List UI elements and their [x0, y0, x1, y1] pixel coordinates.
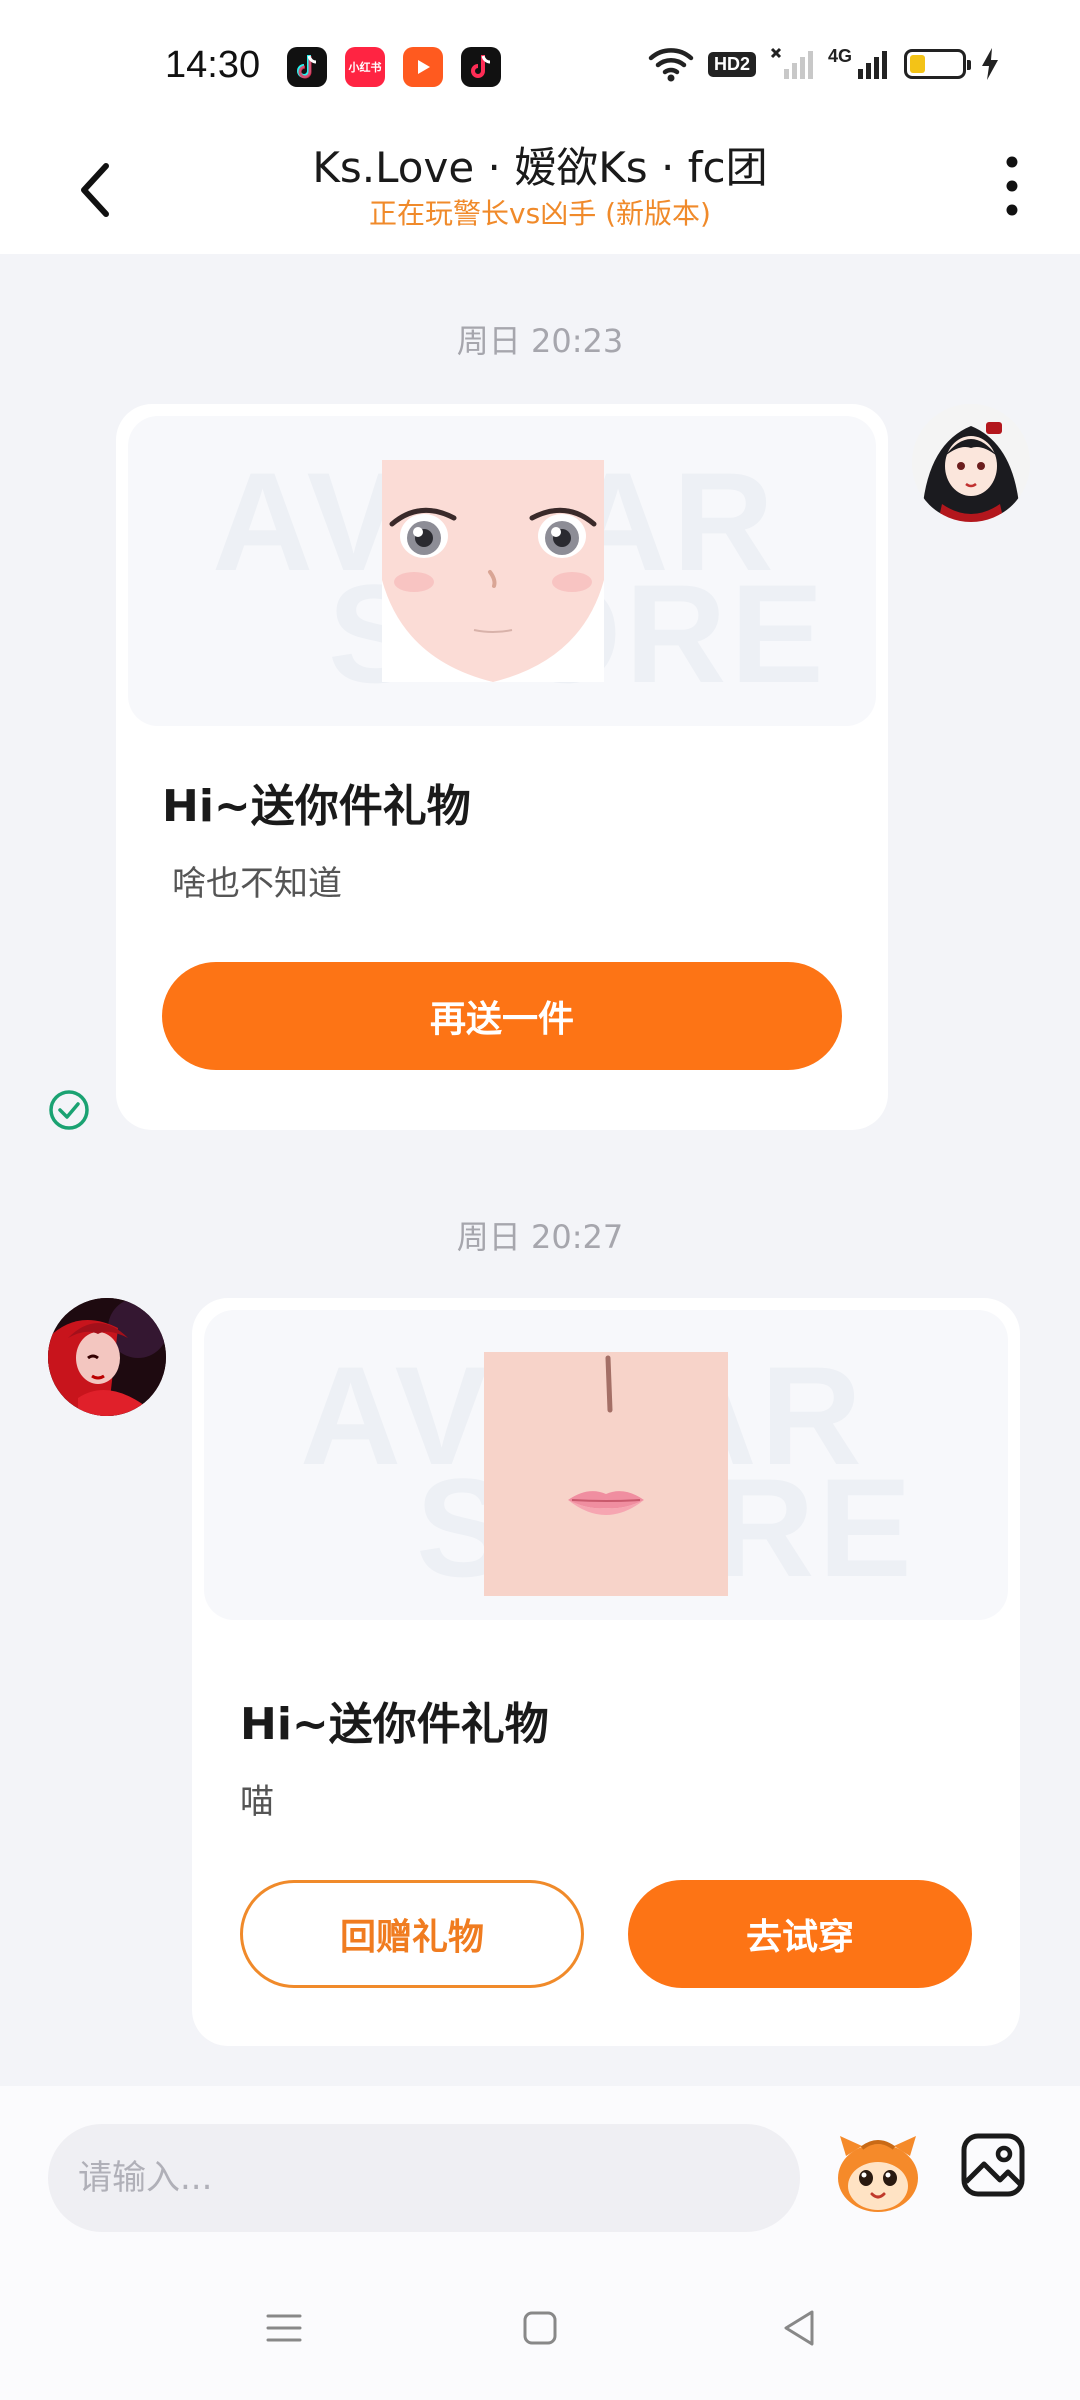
message-timestamp: 周日 20:27	[456, 1218, 624, 1256]
message-timestamp: 周日 20:23	[456, 322, 624, 360]
back-nav-icon[interactable]	[778, 2306, 822, 2350]
charging-bolt-icon	[982, 48, 998, 80]
chat-subtitle[interactable]: 正在玩警长vs凶手 (新版本)	[0, 192, 1080, 232]
xiaohongshu-app-icon: 小红书	[345, 47, 385, 87]
gift-preview[interactable]: AVATAR STORE	[204, 1310, 1008, 1620]
sticker-mascot-icon	[838, 2136, 918, 2212]
gift-message-card: AVATAR STORE Hi~送你件礼物 喵 回赠礼物 去试穿	[192, 1298, 1020, 2046]
video-app-icon	[403, 47, 443, 87]
sticker-button[interactable]	[832, 2126, 924, 2218]
anime-girl-avatar-image	[912, 404, 1030, 522]
try-on-button[interactable]: 去试穿	[628, 1880, 972, 1988]
message-input-bar	[0, 2086, 1080, 2256]
send-another-gift-button[interactable]: 再送一件	[162, 962, 842, 1070]
chat-title: Ks.Love · 嫒欲Ks · fc团	[312, 143, 768, 192]
gift-message-card: AVATAR STORE Hi~送你件礼物	[116, 404, 888, 1130]
return-gift-button[interactable]: 回赠礼物	[240, 1880, 584, 1988]
gift-card-message: 喵	[240, 1782, 274, 1822]
lips-gift-image	[484, 1352, 728, 1596]
network-type-label: 4G	[827, 46, 852, 66]
contact-avatar[interactable]	[48, 1298, 166, 1416]
hd-voice-badge: HD2	[707, 51, 756, 77]
gift-preview[interactable]: AVATAR STORE	[128, 416, 876, 726]
tiktok-app-icon-2	[461, 47, 501, 87]
menu-nav-icon[interactable]	[262, 2306, 306, 2350]
signal-sim1-icon	[770, 47, 813, 79]
signal-sim2-icon	[858, 51, 887, 79]
gift-card-message: 啥也不知道	[172, 864, 342, 904]
red-anime-avatar-image	[48, 1298, 166, 1416]
status-bar: 14:30 小红书 HD2 4G	[0, 0, 1080, 120]
more-options-button[interactable]	[990, 150, 1034, 220]
gift-card-title: Hi~送你件礼物	[240, 1699, 549, 1750]
my-avatar[interactable]	[912, 404, 1030, 522]
battery-icon	[904, 49, 971, 79]
image-icon	[961, 2133, 1025, 2197]
status-time: 14:30	[165, 44, 261, 86]
image-picker-button[interactable]	[960, 2132, 1026, 2198]
anime-eyes-gift-image	[382, 460, 604, 682]
status-indicators: HD2 4G	[648, 46, 1000, 82]
wifi-icon	[648, 48, 694, 82]
chat-header: Ks.Love · 嫒欲Ks · fc团 正在玩警长vs凶手 (新版本)	[0, 120, 1080, 254]
status-app-icons: 小红书	[287, 47, 501, 87]
message-input[interactable]	[48, 2124, 800, 2232]
system-navigation-bar	[0, 2256, 1080, 2400]
gift-card-title: Hi~送你件礼物	[162, 781, 471, 832]
read-check-icon	[49, 1090, 89, 1130]
tiktok-app-icon	[287, 47, 327, 87]
home-nav-icon[interactable]	[518, 2306, 562, 2350]
more-vertical-icon	[1006, 156, 1018, 216]
